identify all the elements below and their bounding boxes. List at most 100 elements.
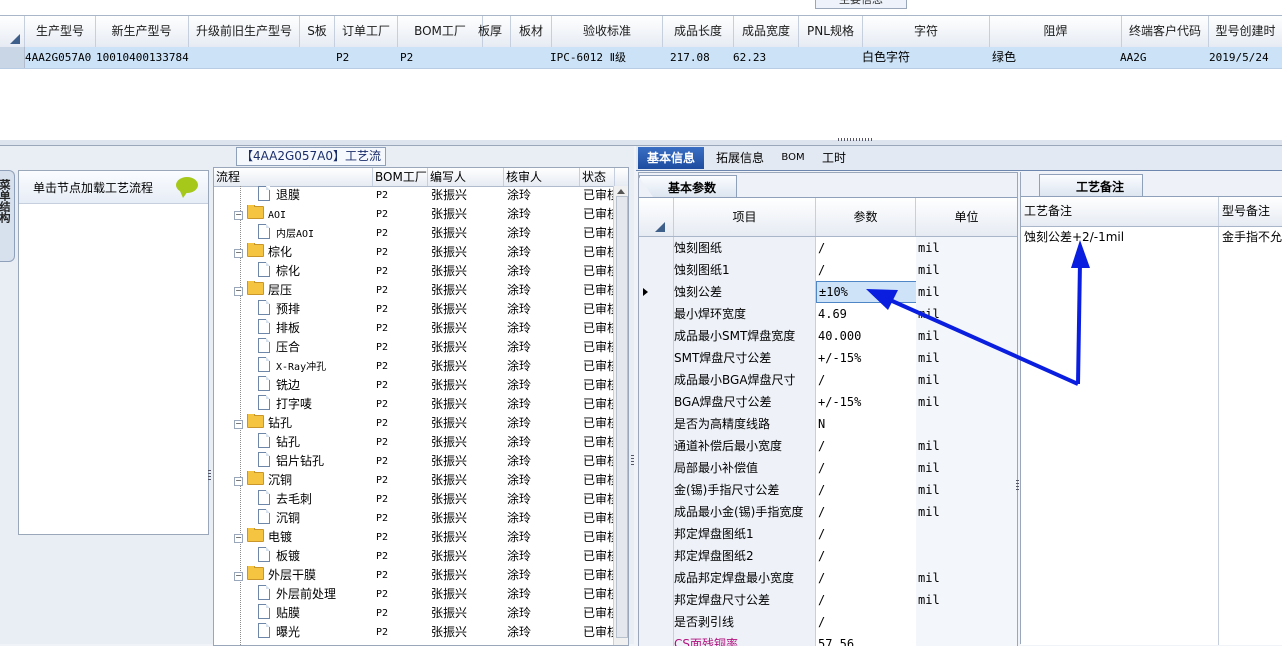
process-notes-tab[interactable]: 工艺备注 bbox=[1039, 174, 1143, 196]
param-row-indicator[interactable] bbox=[639, 237, 674, 259]
main-info-cell[interactable] bbox=[799, 47, 862, 68]
main-info-column-header[interactable]: 升级前旧生产型号 bbox=[189, 16, 300, 47]
tree-row[interactable]: 打字唛 P2 张振兴涂玲已审核 bbox=[214, 395, 614, 414]
tree-cell-status[interactable]: 已审核 bbox=[583, 224, 613, 243]
param-value[interactable]: / bbox=[816, 435, 917, 457]
tree-cell-reviewer[interactable]: 涂玲 bbox=[507, 528, 578, 547]
tree-cell-bom[interactable]: P2 bbox=[376, 205, 426, 224]
tree-column-header[interactable]: 核审人 bbox=[504, 168, 580, 186]
main-info-cell[interactable]: IPC-6012 Ⅱ级 bbox=[550, 47, 660, 68]
splitter-grip[interactable] bbox=[1016, 480, 1019, 492]
param-row-indicator[interactable] bbox=[639, 259, 674, 281]
tree-cell-writer[interactable]: 张振兴 bbox=[431, 395, 502, 414]
collapse-icon[interactable]: − bbox=[234, 477, 243, 486]
tree-cell-reviewer[interactable]: 涂玲 bbox=[507, 319, 578, 338]
tree-cell-bom[interactable]: P2 bbox=[376, 528, 426, 547]
tree-row[interactable]: 压合 P2 张振兴涂玲已审核 bbox=[214, 338, 614, 357]
param-row[interactable]: SMT焊盘尺寸公差 +/-15% mil bbox=[639, 347, 1017, 370]
param-value[interactable]: ±10% bbox=[816, 281, 918, 303]
tree-cell-writer[interactable]: 张振兴 bbox=[431, 433, 502, 452]
tree-cell-bom[interactable]: P2 bbox=[376, 471, 426, 490]
tree-cell-reviewer[interactable]: 涂玲 bbox=[507, 300, 578, 319]
tree-cell-writer[interactable]: 张振兴 bbox=[431, 528, 502, 547]
tree-cell-reviewer[interactable]: 涂玲 bbox=[507, 186, 578, 205]
tree-row[interactable]: − 电镀 P2 张振兴涂玲已审核 bbox=[214, 528, 614, 547]
param-value[interactable]: / bbox=[816, 567, 917, 589]
tree-row[interactable]: 内层AOI P2 张振兴涂玲已审核 bbox=[214, 224, 614, 243]
tree-node[interactable]: 板镀 bbox=[258, 547, 372, 566]
tree-cell-reviewer[interactable]: 涂玲 bbox=[507, 414, 578, 433]
param-row[interactable]: 蚀刻图纸1/mil bbox=[639, 259, 1017, 282]
main-info-cell[interactable] bbox=[511, 47, 551, 68]
tree-row[interactable]: 退膜 P2 张振兴涂玲已审核 bbox=[214, 186, 614, 205]
tree-cell-status[interactable]: 已审核 bbox=[583, 357, 613, 376]
main-info-cell[interactable]: 白色字符 bbox=[862, 47, 988, 68]
vertical-tab-menu[interactable]: 菜单结构 bbox=[0, 170, 15, 262]
tree-node[interactable]: 棕化 bbox=[258, 262, 372, 281]
tree-cell-status[interactable]: 已审核 bbox=[583, 528, 613, 547]
tree-row[interactable]: 板镀 P2 张振兴涂玲已审核 bbox=[214, 547, 614, 566]
param-row-indicator[interactable] bbox=[639, 281, 674, 303]
params-corner[interactable] bbox=[639, 198, 674, 236]
collapse-icon[interactable]: − bbox=[234, 534, 243, 543]
tree-cell-writer[interactable]: 张振兴 bbox=[431, 262, 502, 281]
tree-row[interactable]: 棕化 P2 张振兴涂玲已审核 bbox=[214, 262, 614, 281]
tree-node[interactable]: − 沉铜 bbox=[234, 471, 372, 490]
tree-cell-status[interactable]: 已审核 bbox=[583, 338, 613, 357]
tree-row[interactable]: 去毛刺 P2 张振兴涂玲已审核 bbox=[214, 490, 614, 509]
param-value[interactable]: / bbox=[816, 589, 917, 611]
tree-node[interactable]: 内层AOI bbox=[258, 224, 372, 243]
tree-cell-reviewer[interactable]: 涂玲 bbox=[507, 566, 578, 585]
main-info-column-header[interactable]: 成品宽度 bbox=[734, 16, 799, 47]
tree-cell-bom[interactable]: P2 bbox=[376, 509, 426, 528]
tree-row[interactable]: 铣边 P2 张振兴涂玲已审核 bbox=[214, 376, 614, 395]
tree-cell-writer[interactable]: 张振兴 bbox=[431, 490, 502, 509]
model-note-cell[interactable]: 金手指不允 bbox=[1219, 227, 1282, 645]
tree-cell-status[interactable]: 已审核 bbox=[583, 281, 613, 300]
tree-node[interactable]: 排板 bbox=[258, 319, 372, 338]
tree-cell-status[interactable]: 已审核 bbox=[583, 452, 613, 471]
tree-cell-status[interactable]: 已审核 bbox=[583, 433, 613, 452]
tree-cell-reviewer[interactable]: 涂玲 bbox=[507, 490, 578, 509]
tree-cell-status[interactable]: 已审核 bbox=[583, 414, 613, 433]
param-row[interactable]: 局部最小补偿值 / mil bbox=[639, 457, 1017, 480]
tree-node[interactable]: 曝光 bbox=[258, 623, 372, 642]
param-value[interactable]: +/-15% bbox=[816, 347, 917, 369]
collapse-icon[interactable]: − bbox=[234, 572, 243, 581]
main-info-row[interactable]: 4AA2G057A0 10010400133784 P2 P2 IPC-6012 Ⅱ级 2… bbox=[0, 47, 1282, 69]
tree-node[interactable]: 去毛刺 bbox=[258, 490, 372, 509]
param-value[interactable]: / bbox=[816, 479, 917, 501]
tree-node[interactable]: − 外层干膜 bbox=[234, 566, 372, 585]
tree-node[interactable]: − 电镀 bbox=[234, 528, 372, 547]
tree-cell-reviewer[interactable]: 涂玲 bbox=[507, 509, 578, 528]
tree-cell-writer[interactable]: 张振兴 bbox=[431, 604, 502, 623]
tree-node[interactable]: − 层压 bbox=[234, 281, 372, 300]
tree-cell-writer[interactable]: 张振兴 bbox=[431, 509, 502, 528]
tree-cell-status[interactable]: 已审核 bbox=[583, 490, 613, 509]
tree-cell-reviewer[interactable]: 涂玲 bbox=[507, 262, 578, 281]
tree-row[interactable]: 钻孔 P2 张振兴涂玲已审核 bbox=[214, 433, 614, 452]
tree-row[interactable]: − AOI P2 张振兴涂玲已审核 bbox=[214, 205, 614, 224]
main-info-column-header[interactable]: 终端客户代码 bbox=[1122, 16, 1209, 47]
tree-cell-reviewer[interactable]: 涂玲 bbox=[507, 585, 578, 604]
tree-cell-status[interactable]: 已审核 bbox=[583, 319, 613, 338]
main-info-column-header[interactable]: 生产型号 bbox=[25, 16, 96, 47]
tree-cell-writer[interactable]: 张振兴 bbox=[431, 547, 502, 566]
tree-cell-status[interactable]: 已审核 bbox=[583, 300, 613, 319]
main-info-cell[interactable]: 绿色 bbox=[992, 47, 1123, 68]
tree-node[interactable]: 打字唛 bbox=[258, 395, 372, 414]
tree-cell-writer[interactable]: 张振兴 bbox=[431, 566, 502, 585]
tree-cell-bom[interactable]: P2 bbox=[376, 452, 426, 471]
param-value[interactable]: 40.000 bbox=[816, 325, 917, 347]
tree-row[interactable]: 排板 P2 张振兴涂玲已审核 bbox=[214, 319, 614, 338]
tree-cell-bom[interactable]: P2 bbox=[376, 262, 426, 281]
param-row[interactable]: 邦定焊盘图纸2/ bbox=[639, 545, 1017, 568]
param-row-indicator[interactable] bbox=[639, 413, 674, 435]
main-info-cell[interactable] bbox=[189, 47, 299, 68]
tree-row[interactable]: 沉铜 P2 张振兴涂玲已审核 bbox=[214, 509, 614, 528]
tree-cell-writer[interactable]: 张振兴 bbox=[431, 224, 502, 243]
tree-cell-bom[interactable]: P2 bbox=[376, 604, 426, 623]
tree-node[interactable]: 退膜 bbox=[258, 186, 372, 205]
tree-cell-writer[interactable]: 张振兴 bbox=[431, 205, 502, 224]
param-value[interactable]: / bbox=[816, 611, 917, 633]
